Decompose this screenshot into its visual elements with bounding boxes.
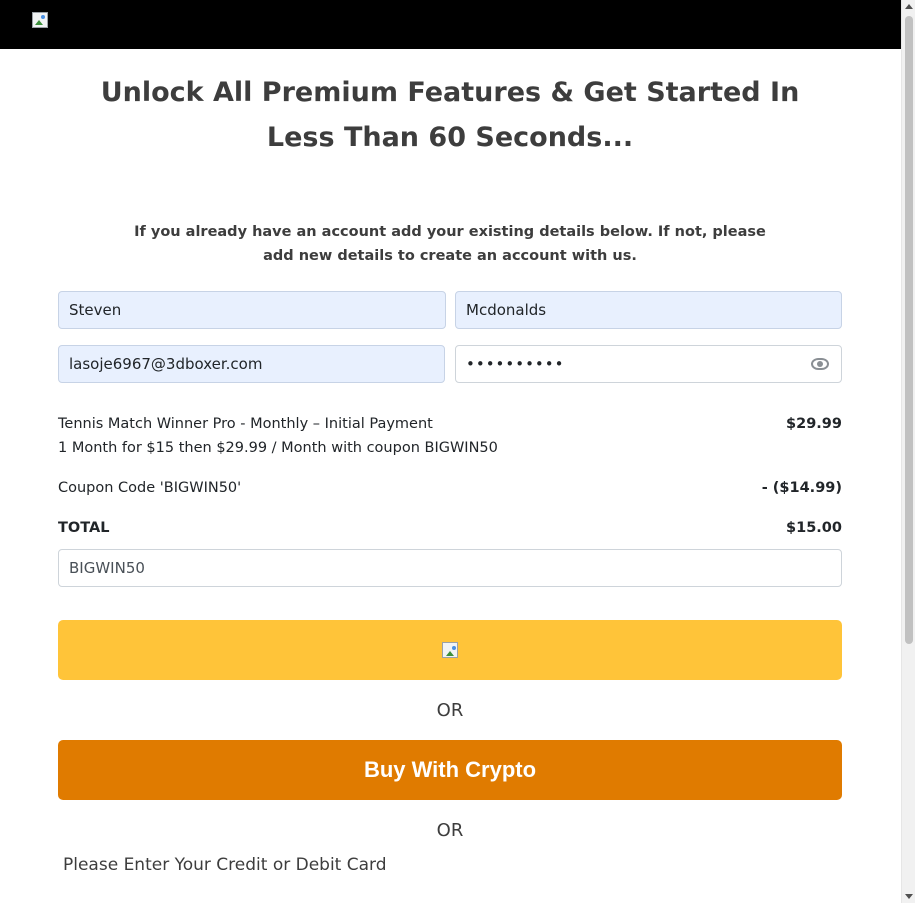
broken-image-icon[interactable] <box>32 12 48 28</box>
password-value: •••••••••• <box>466 355 565 373</box>
scroll-thumb[interactable] <box>905 16 913 644</box>
top-bar <box>0 0 901 49</box>
email-input[interactable]: lasoje6967@3dboxer.com <box>58 345 445 383</box>
page-headline: Unlock All Premium Features & Get Starte… <box>100 77 800 153</box>
order-line-total: TOTAL $15.00 <box>58 516 842 540</box>
coupon-amount: - ($14.99) <box>761 480 842 496</box>
paypal-button[interactable] <box>58 620 842 680</box>
order-line-description: 1 Month for $15 then $29.99 / Month with… <box>58 436 842 460</box>
coupon-label: Coupon Code 'BIGWIN50' <box>58 480 242 496</box>
total-label: TOTAL <box>58 520 110 536</box>
vertical-scrollbar[interactable] <box>901 0 915 903</box>
email-value: lasoje6967@3dboxer.com <box>69 355 263 373</box>
show-password-eye-icon[interactable] <box>811 358 829 370</box>
intro-text: If you already have an account add your … <box>134 224 766 264</box>
order-line-product: Tennis Match Winner Pro - Monthly – Init… <box>58 412 842 436</box>
or-separator: OR <box>436 700 464 721</box>
total-amount: $15.00 <box>786 520 842 536</box>
product-name: Tennis Match Winner Pro - Monthly – Init… <box>58 416 433 432</box>
last-name-input[interactable]: Mcdonalds <box>455 291 842 329</box>
scroll-down-arrow-icon[interactable] <box>905 894 913 899</box>
broken-image-icon <box>442 642 458 658</box>
order-line-coupon: Coupon Code 'BIGWIN50' - ($14.99) <box>58 476 842 500</box>
first-name-value: Steven <box>69 301 122 319</box>
coupon-code-value: BIGWIN50 <box>69 559 145 577</box>
last-name-value: Mcdonalds <box>466 301 547 319</box>
product-description: 1 Month for $15 then $29.99 / Month with… <box>58 440 498 456</box>
product-price: $29.99 <box>786 416 842 432</box>
first-name-input[interactable]: Steven <box>58 291 446 329</box>
scroll-up-arrow-icon[interactable] <box>905 4 913 9</box>
or-separator: OR <box>436 820 464 841</box>
coupon-code-input[interactable]: BIGWIN50 <box>58 549 842 587</box>
buy-with-crypto-button[interactable]: Buy With Crypto <box>58 740 842 800</box>
card-entry-label: Please Enter Your Credit or Debit Card <box>63 855 387 875</box>
password-input[interactable]: •••••••••• <box>455 345 842 383</box>
